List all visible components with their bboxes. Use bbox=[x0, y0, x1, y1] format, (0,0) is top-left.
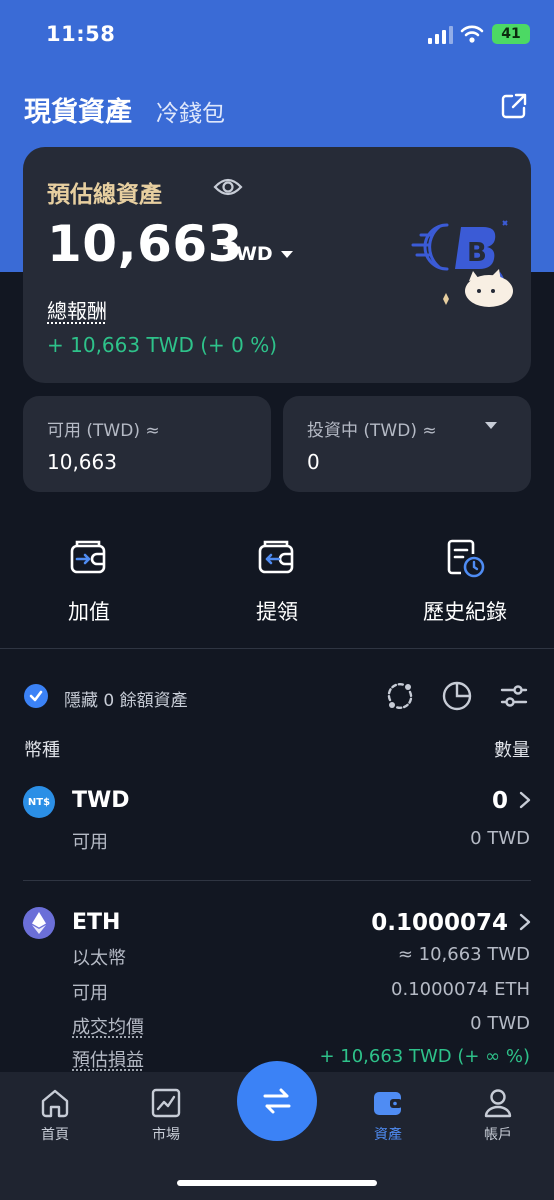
bitopro-mascot-logo: B bbox=[411, 220, 513, 307]
asset-detail-value: 0.1000074 ETH bbox=[391, 979, 530, 1000]
available-label: 可用 (TWD) ≈ bbox=[47, 421, 160, 441]
total-assets-card: 預估總資產 10,663 TWD 總報酬 + 10,663 TWD (+ 0 %… bbox=[23, 147, 531, 383]
asset-quantity: 0 bbox=[491, 788, 508, 814]
average-price-label[interactable]: 成交均價 bbox=[72, 1013, 144, 1039]
hide-zero-checkbox[interactable] bbox=[24, 684, 48, 708]
quantity-column-header[interactable]: 數量 bbox=[494, 736, 530, 762]
home-indicator bbox=[177, 1180, 377, 1186]
tab-assets-label: 資產 bbox=[374, 1127, 402, 1143]
asset-detail-label: 可用 bbox=[72, 983, 108, 1004]
caret-down-icon[interactable] bbox=[281, 251, 293, 259]
history-document-icon bbox=[447, 539, 485, 578]
status-time: 11:58 bbox=[46, 22, 116, 46]
asset-symbol: ETH bbox=[72, 910, 121, 935]
person-icon bbox=[484, 1089, 512, 1118]
home-icon bbox=[41, 1089, 69, 1118]
filter-sliders-icon[interactable] bbox=[498, 680, 530, 712]
hide-zero-label[interactable]: 隱藏 0 餘額資產 bbox=[64, 686, 188, 711]
total-assets-label: 預估總資產 bbox=[47, 182, 162, 208]
total-assets-amount: 10,663 bbox=[47, 215, 243, 273]
wallet-icon bbox=[374, 1092, 402, 1115]
history-label: 歷史紀錄 bbox=[423, 600, 507, 624]
total-reward-label[interactable]: 總報酬 bbox=[47, 295, 107, 324]
currency-column-header: 幣種 bbox=[24, 740, 60, 761]
market-chart-icon bbox=[151, 1088, 181, 1118]
withdraw-button[interactable]: 提領 bbox=[207, 536, 347, 626]
deposit-label: 加值 bbox=[68, 600, 110, 624]
swap-arrows-icon bbox=[263, 1088, 291, 1114]
withdraw-wallet-icon bbox=[258, 540, 294, 574]
check-icon bbox=[29, 690, 43, 702]
asset-detail-label: 可用 bbox=[72, 832, 108, 853]
asset-symbol: TWD bbox=[72, 788, 130, 813]
battery-icon: 41 bbox=[492, 24, 530, 44]
asset-detail-label: 以太幣 bbox=[72, 948, 126, 969]
ethereum-diamond-icon bbox=[32, 912, 46, 934]
row-divider bbox=[23, 880, 531, 881]
tab-market-label: 市場 bbox=[152, 1127, 180, 1143]
twd-coin-icon-text: NT$ bbox=[27, 796, 51, 808]
eye-icon[interactable] bbox=[213, 175, 243, 199]
investing-balance-card[interactable]: 投資中 (TWD) ≈ 0 bbox=[283, 396, 531, 492]
available-balance-card: 可用 (TWD) ≈ 10,663 bbox=[23, 396, 271, 492]
currency-selector[interactable]: TWD bbox=[223, 243, 273, 265]
tab-home-label: 首頁 bbox=[41, 1127, 69, 1143]
deposit-button[interactable]: 加值 bbox=[19, 536, 159, 626]
tab-assets[interactable]: 資產 bbox=[348, 1086, 428, 1144]
tab-home[interactable]: 首頁 bbox=[15, 1086, 95, 1144]
svg-text:B: B bbox=[467, 238, 487, 268]
history-button[interactable]: 歷史紀錄 bbox=[395, 536, 535, 626]
available-value: 10,663 bbox=[47, 450, 117, 474]
asset-detail-value: ≈ 10,663 TWD bbox=[397, 944, 530, 965]
withdraw-label: 提領 bbox=[256, 600, 298, 624]
eth-coin-icon bbox=[23, 907, 55, 939]
cold-wallet-tab[interactable]: 冷錢包 bbox=[156, 94, 225, 128]
cellular-signal-icon bbox=[428, 26, 453, 44]
asset-quantity: 0.1000074 bbox=[371, 910, 508, 936]
asset-detail-value: 0 TWD bbox=[470, 1013, 530, 1034]
chevron-right-icon[interactable] bbox=[518, 790, 532, 810]
asset-detail-value: 0 TWD bbox=[470, 828, 530, 849]
estimated-pnl-label[interactable]: 預估損益 bbox=[72, 1046, 144, 1072]
trade-swap-button[interactable] bbox=[237, 1061, 317, 1141]
tab-account-label: 帳戶 bbox=[484, 1127, 512, 1143]
estimated-pnl-value: + 10,663 TWD (+ ∞ %) bbox=[319, 1046, 530, 1067]
tab-account[interactable]: 帳戶 bbox=[458, 1086, 538, 1144]
investing-value: 0 bbox=[307, 450, 320, 474]
total-reward-value: + 10,663 TWD (+ 0 %) bbox=[47, 333, 278, 357]
status-bar: 11:58 41 bbox=[0, 18, 554, 52]
investing-label: 投資中 (TWD) ≈ bbox=[307, 421, 437, 441]
chevron-right-icon[interactable] bbox=[518, 912, 532, 932]
caret-down-icon[interactable] bbox=[485, 422, 497, 430]
tab-market[interactable]: 市場 bbox=[126, 1086, 206, 1144]
twd-coin-icon: NT$ bbox=[23, 786, 55, 818]
section-divider bbox=[0, 648, 554, 649]
convert-small-balance-icon[interactable] bbox=[384, 680, 416, 712]
page-title: 現貨資產 bbox=[24, 97, 132, 128]
deposit-wallet-icon bbox=[70, 540, 106, 574]
wifi-icon bbox=[460, 25, 484, 43]
external-link-icon[interactable] bbox=[500, 92, 528, 120]
pie-chart-icon[interactable] bbox=[441, 680, 473, 712]
